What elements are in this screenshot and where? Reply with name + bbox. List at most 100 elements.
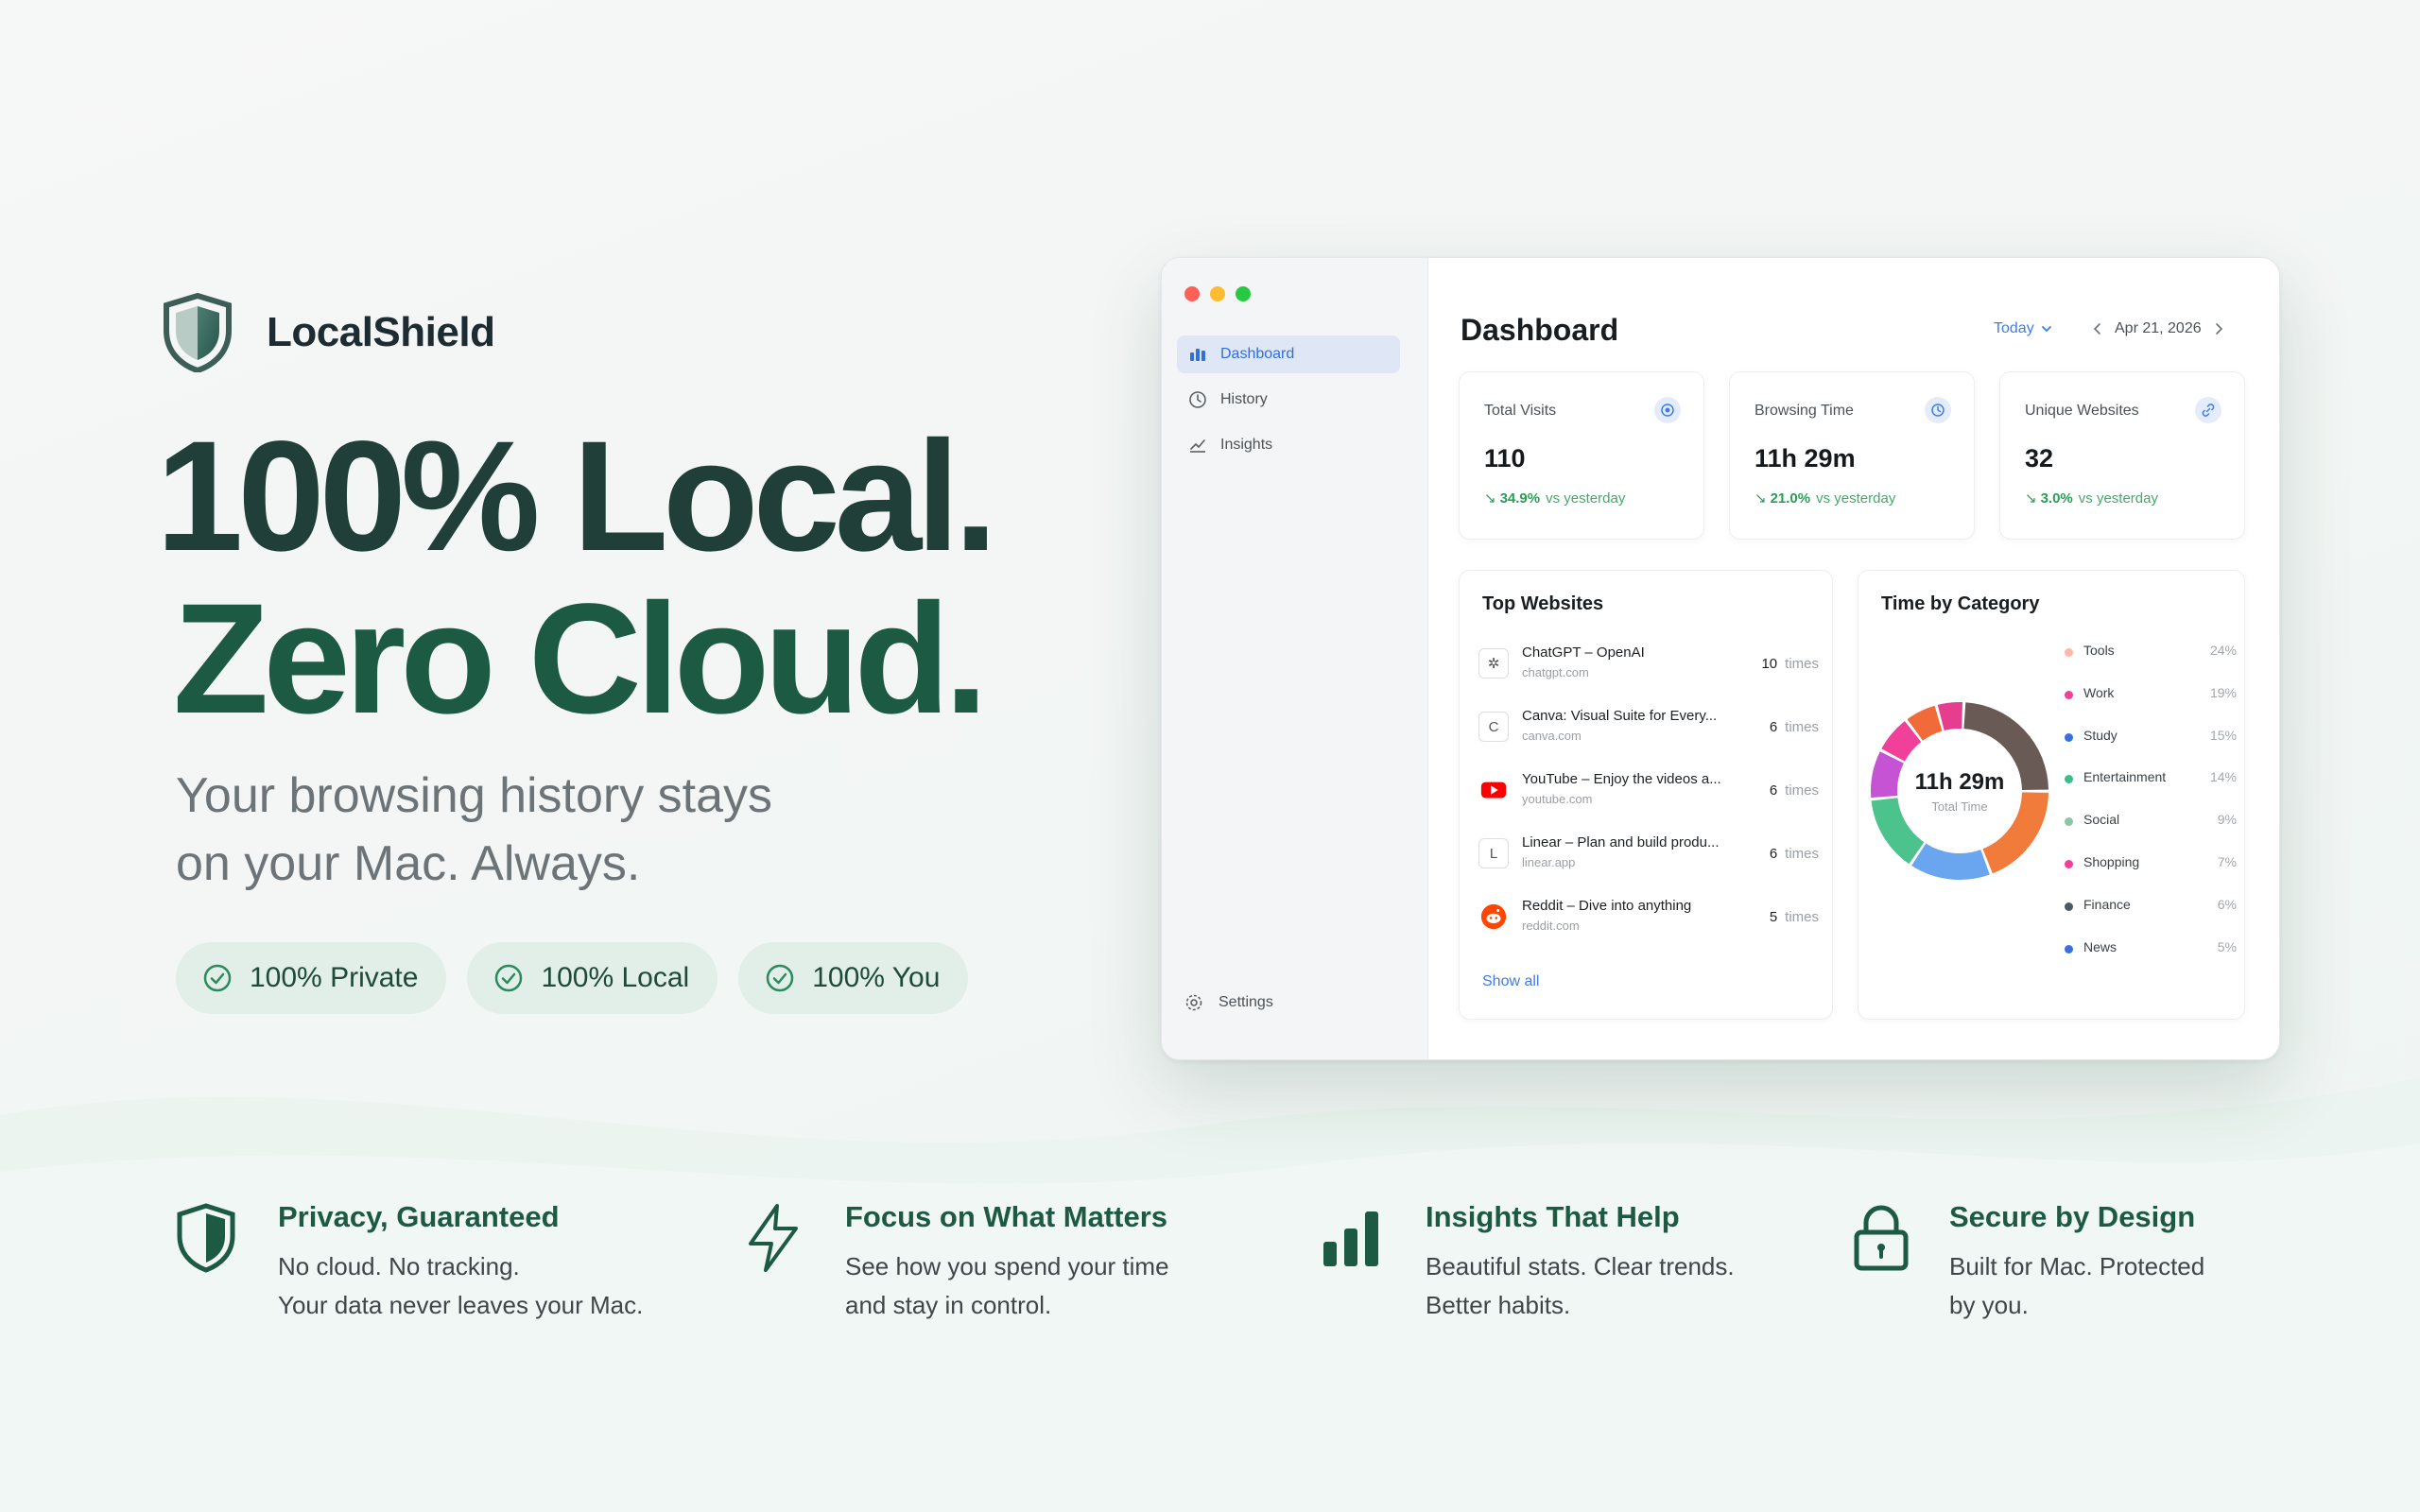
site-domain: reddit.com [1522, 919, 1580, 933]
c-letter-icon: C [1478, 712, 1509, 742]
close-button[interactable] [1184, 286, 1200, 301]
visit-count: 6 times [1769, 719, 1819, 735]
legend-label: News [2083, 938, 2118, 954]
legend-label: Shopping [2083, 853, 2140, 869]
stat-change: ↘ 21.0% vs yesterday [1754, 490, 1895, 507]
top-websites-card: Top Websites ✲ ChatGPT – OpenAI chatgpt.… [1459, 570, 1833, 1020]
hero-headline: 100% Local. Zero Cloud. [156, 416, 997, 741]
zoom-button[interactable] [1236, 286, 1251, 301]
total-time-label: Total Time [1931, 799, 1988, 814]
link-icon [2195, 397, 2221, 423]
pill-label: 100% Private [250, 962, 419, 993]
chevron-down-icon [2041, 326, 2051, 333]
legend-dot [2065, 902, 2073, 911]
legend-percent: 15% [2209, 727, 2237, 743]
legend-dot [2065, 648, 2073, 657]
sidebar-item-label: Insights [1220, 437, 1273, 453]
legend-item: Shopping 7% [2065, 854, 2237, 897]
legend-label: Work [2083, 684, 2115, 700]
stat-value: 11h 29m [1754, 444, 1856, 472]
sidebar-item-label: Dashboard [1220, 346, 1295, 362]
legend-item: Social 9% [2065, 812, 2237, 854]
legend-label: Social [2083, 812, 2120, 828]
change-vs: vs yesterday [1546, 490, 1626, 507]
change-vs: vs yesterday [1816, 490, 1896, 507]
legend-dot [2065, 690, 2073, 699]
feature-description: Beautiful stats. Clear trends. Better hab… [1426, 1252, 1735, 1319]
list-item[interactable]: Reddit – Dive into anything reddit.com 5… [1478, 894, 1819, 939]
stat-card-unique-websites: Unique Websites 32 ↘ 3.0% vs yesterday [1999, 371, 2245, 540]
stat-change: ↘ 34.9% vs yesterday [1484, 490, 1625, 507]
sidebar-item-label: History [1220, 391, 1268, 407]
stat-card-total-visits: Total Visits 110 ↘ 34.9% vs yesterday [1459, 371, 1704, 540]
change-value: 3.0% [2040, 490, 2073, 507]
legend-dot [2065, 732, 2073, 742]
openai-icon: ✲ [1478, 648, 1509, 679]
sidebar-item-history[interactable]: History [1177, 381, 1400, 419]
site-name: Canva: Visual Suite for Every... [1522, 708, 1718, 724]
legend-percent: 14% [2209, 769, 2237, 785]
site-domain: canva.com [1522, 729, 1582, 743]
card-title: Time by Category [1881, 593, 2040, 614]
stat-label: Unique Websites [2025, 403, 2139, 419]
visit-count: 5 times [1769, 909, 1819, 925]
site-domain: chatgpt.com [1522, 665, 1589, 679]
card-title: Top Websites [1482, 593, 1604, 614]
site-domain: youtube.com [1522, 792, 1593, 806]
sidebar-item-dashboard[interactable]: Dashboard [1177, 335, 1400, 373]
sidebar-item-settings[interactable]: Settings [1184, 993, 1273, 1012]
lightning-icon [749, 1204, 798, 1272]
site-domain: linear.app [1522, 855, 1576, 869]
feature-title: Insights That Help [1426, 1200, 1680, 1233]
range-label: Today [1994, 320, 2034, 336]
trend-down-arrow-icon: ↘ [1754, 490, 1767, 507]
list-item[interactable]: L Linear – Plan and build produ... linea… [1478, 831, 1819, 876]
clock-icon [1925, 397, 1951, 423]
reddit-icon [1478, 902, 1509, 932]
clock-icon [1189, 391, 1206, 408]
list-item[interactable]: ✲ ChatGPT – OpenAI chatgpt.com 10 times [1478, 641, 1819, 686]
trend-down-arrow-icon: ↘ [1484, 490, 1496, 507]
site-name: Linear – Plan and build produ... [1522, 834, 1720, 850]
date-navigator: Apr 21, 2026 [2090, 320, 2226, 337]
pill-label: 100% Local [541, 962, 690, 993]
check-circle-icon [203, 964, 232, 992]
legend-percent: 6% [2217, 896, 2237, 912]
minimize-button[interactable] [1210, 286, 1225, 301]
pill-private: 100% Private [176, 942, 447, 1014]
chevron-right-icon[interactable] [2211, 321, 2226, 336]
legend-label: Entertainment [2083, 769, 2167, 785]
check-circle-icon [495, 964, 523, 992]
gear-icon [1185, 994, 1202, 1011]
target-icon [1654, 397, 1681, 423]
legend-item: Study 15% [2065, 728, 2237, 770]
range-dropdown[interactable]: Today [1994, 320, 2053, 337]
feature-description: See how you spend your time and stay in c… [845, 1252, 1169, 1319]
list-item[interactable]: YouTube – Enjoy the videos a... youtube.… [1478, 767, 1819, 813]
legend-item: Entertainment 14% [2065, 769, 2237, 812]
shield-icon [177, 1203, 235, 1273]
show-all-link[interactable]: Show all [1482, 973, 1539, 990]
check-circle-icon [766, 964, 794, 992]
bar-chart-icon [1190, 349, 1205, 361]
legend-item: News 5% [2065, 939, 2237, 982]
feature-description: No cloud. No tracking. Your data never le… [278, 1252, 644, 1319]
visit-count: 6 times [1769, 782, 1819, 799]
legend-dot [2065, 817, 2073, 827]
list-item[interactable]: C Canva: Visual Suite for Every... canva… [1478, 704, 1819, 749]
main-content: Dashboard Today Apr 21, 2026 Total Visit… [1428, 258, 2279, 1059]
legend-dot [2065, 859, 2073, 868]
chevron-left-icon[interactable] [2090, 321, 2105, 336]
legend-label: Study [2083, 727, 2118, 743]
shield-logo-icon [164, 293, 232, 372]
stat-change: ↘ 3.0% vs yesterday [2025, 490, 2158, 507]
brand: LocalShield [163, 293, 495, 372]
change-value: 21.0% [1770, 490, 1811, 507]
subtitle-line-1: Your browsing history stays [176, 768, 773, 823]
legend-percent: 9% [2217, 812, 2237, 828]
sidebar-item-insights[interactable]: Insights [1177, 426, 1400, 464]
stat-label: Browsing Time [1754, 403, 1854, 419]
stat-value: 32 [2025, 444, 2054, 472]
page-title: Dashboard [1461, 313, 1619, 347]
site-name: YouTube – Enjoy the videos a... [1522, 771, 1721, 787]
